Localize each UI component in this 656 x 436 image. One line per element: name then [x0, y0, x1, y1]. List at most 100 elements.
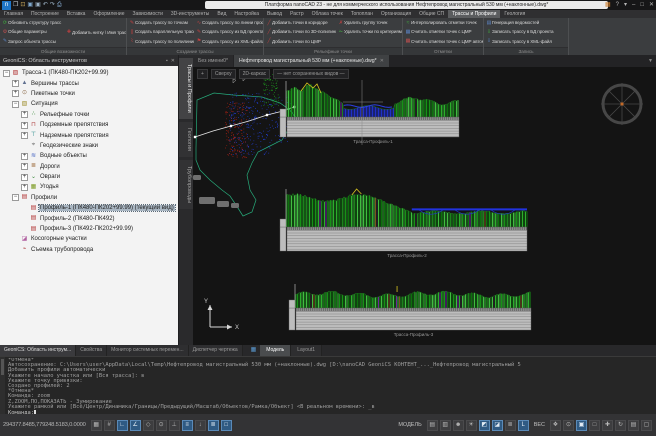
drawing-area[interactable]: Трасса-Профиль-1Трасса-Профиль-2Трасса-П…	[193, 55, 656, 345]
ribbon-tab-7[interactable]: Вид	[213, 10, 230, 18]
zoom-icon[interactable]: ⊙	[563, 420, 574, 431]
scrollbar-thumb[interactable]	[1, 359, 4, 375]
tree-expander-icon[interactable]: +	[21, 153, 28, 160]
route-by-points-button[interactable]: ✎Создать трассу по точкам	[127, 18, 194, 27]
zoom-extents-icon[interactable]: □	[589, 420, 600, 431]
tree-item[interactable]: −▧Ситуация	[0, 99, 178, 109]
hand-pan-icon[interactable]: ❖	[550, 420, 561, 431]
tree-item[interactable]: ⌁Съемка трубопровода	[0, 245, 178, 255]
tree-item[interactable]: −▤Профили	[0, 193, 178, 203]
tree-expander-icon[interactable]: −	[3, 70, 10, 77]
side-tab-1[interactable]: Трассы и Профили	[179, 58, 193, 119]
tree-expander-icon[interactable]: +	[21, 174, 28, 181]
tree-expander-icon[interactable]: +	[21, 163, 28, 170]
tree-item[interactable]: ▤Профиль-3 (ПК492-ПК202+99.99)	[0, 224, 178, 234]
parameters-button[interactable]: ⚙Общие параметры	[0, 27, 64, 36]
document-tab-1[interactable]: Без имени0*	[193, 55, 233, 67]
viewport-control-1[interactable]: +	[197, 69, 208, 79]
annotation-scale-icon[interactable]: ◩	[479, 420, 490, 431]
save-all-icon[interactable]: ▣	[35, 0, 41, 10]
fullscreen-icon[interactable]: ▢	[641, 420, 652, 431]
ribbon-tab-14[interactable]: Общие СП	[415, 10, 448, 18]
palette-tab-4[interactable]: Диспетчер чертежа	[189, 345, 243, 356]
redo-icon[interactable]: ↷	[50, 0, 55, 10]
route-by-profile-button[interactable]: ∿Создать трассу по линии профиля	[194, 18, 263, 27]
minimize-button[interactable]: –	[632, 0, 635, 10]
ribbon-tab-12[interactable]: Топоплан	[347, 10, 377, 18]
generate-reports-button[interactable]: ▤Генерация ведомостей	[484, 18, 568, 27]
model-tab[interactable]: Модель	[260, 345, 291, 356]
delete-points-criteria-button[interactable]: ✁Удалить точки по критериям	[336, 27, 402, 36]
maximize-button[interactable]: □	[640, 0, 644, 10]
app-logo-icon[interactable]: n	[2, 1, 11, 10]
ribbon-tab-10[interactable]: Растр	[286, 10, 308, 18]
ribbon-tab-4[interactable]: Оформление	[89, 10, 128, 18]
lineweight-icon[interactable]: ↓	[195, 420, 206, 431]
osnap-icon[interactable]: ◇	[143, 420, 154, 431]
tab-overflow-icon[interactable]: ▼	[648, 55, 653, 67]
tree-item[interactable]: ▤Профиль-2 (ПК480-ПК492)	[0, 213, 178, 223]
tree-item[interactable]: ◪Косогорные участки	[0, 234, 178, 244]
interpolate-marks-button[interactable]: ≈Интерполировать отметки точек	[403, 18, 483, 27]
sheets-icon[interactable]: ▤	[628, 420, 639, 431]
refresh-button[interactable]: ⟳Обновить структуру трасс	[0, 18, 64, 27]
ribbon-tab-1[interactable]: Главная	[0, 10, 27, 18]
pan-icon[interactable]: ✚	[602, 420, 613, 431]
tree-item[interactable]: +⊙Пикетные точки	[0, 89, 178, 99]
tree-item[interactable]: +⊤Надземные препятствия	[0, 130, 178, 140]
tree-expander-icon[interactable]: +	[21, 132, 28, 139]
route-from-xml-button[interactable]: ⚑Создать трассу из XML-файла	[194, 37, 263, 46]
sheet-set-icon[interactable]: ▦	[251, 345, 257, 356]
add-points-corridor-button[interactable]: ╱Добавить точки в коридоре	[264, 18, 336, 27]
viewport-control-4[interactable]: — нет сохраненных видов —	[273, 69, 349, 79]
dynamic-ucs-icon[interactable]: ⊥	[169, 420, 180, 431]
route-from-db-button[interactable]: ✎Создать трассу из БД проекта	[194, 27, 263, 36]
ribbon-tab-16[interactable]: Геология	[500, 10, 529, 18]
ribbon-tab-15[interactable]: Трассы и Профили	[448, 10, 500, 18]
ribbon-tab-8[interactable]: Настройка	[230, 10, 263, 18]
delete-point-group-button[interactable]: ✗Удалить группу точек	[336, 18, 402, 27]
ribbon-tab-3[interactable]: Вставка	[63, 10, 90, 18]
annotation-lamp-icon[interactable]: ☀	[466, 420, 477, 431]
ribbon-tab-13[interactable]: Организация	[377, 10, 415, 18]
tree-item[interactable]: +⊓Подземные препятствия	[0, 120, 178, 130]
tree-item[interactable]: +▦Угодья	[0, 182, 178, 192]
tree-item[interactable]: +∴Рельефные точки	[0, 110, 178, 120]
read-marks-dem-auto-button[interactable]: ▦Считать отметки точек с ЦМР автом.	[403, 37, 483, 46]
tree-expander-icon[interactable]: +	[12, 90, 19, 97]
ortho-icon[interactable]: ∟	[117, 420, 128, 431]
help-icon[interactable]: ?	[616, 0, 619, 10]
tree-expander-icon[interactable]: +	[21, 111, 28, 118]
query-object-button[interactable]: ✎Запрос объекта трассы	[0, 37, 64, 46]
zoom-window-icon[interactable]: ▣	[576, 420, 587, 431]
new-file-icon[interactable]: ❐	[13, 0, 18, 10]
add-points-dem-button[interactable]: ╱Добавить точки по ЦМР	[264, 37, 336, 46]
viewport-control-2[interactable]: Сверху	[211, 69, 236, 79]
orbit-icon[interactable]: ↻	[615, 420, 626, 431]
pin-icon[interactable]: ▪	[166, 58, 168, 64]
tree-expander-icon[interactable]: +	[12, 80, 19, 87]
open-file-icon[interactable]: ⊡	[20, 0, 25, 10]
tree-item[interactable]: ▤Профиль-1 (ПК480-ПК202+99.99) (текущий …	[0, 203, 178, 213]
add-points-3d-button[interactable]: ╱Добавить точки по 3D-полилинии	[264, 27, 336, 36]
palette-tab-3[interactable]: Монитор системных перемен...	[107, 345, 188, 356]
snap-icon[interactable]: #	[104, 420, 115, 431]
lineweight-label[interactable]: ВЕС	[534, 422, 545, 428]
lock-ui-icon[interactable]: L	[518, 420, 529, 431]
layout-sheet-icon[interactable]: ▤	[427, 420, 438, 431]
document-tab-2[interactable]: Нефтепровод магистральный 530 мм (+накло…	[234, 55, 389, 67]
side-tab-3[interactable]: Трубопроводы	[179, 160, 193, 209]
tree-item[interactable]: +≋Водные объекты	[0, 151, 178, 161]
menu-arrow-icon[interactable]: ▾	[624, 0, 627, 10]
tree-item[interactable]: ⌖Геодезические знаки	[0, 141, 178, 151]
add-thread-button[interactable]: ✚Добавить нитку \ Имя трассы	[64, 28, 126, 37]
ribbon-tab-5[interactable]: Зависимости	[129, 10, 167, 18]
grid-icon[interactable]: ▦	[91, 420, 102, 431]
close-tab-icon[interactable]: ✕	[380, 55, 384, 67]
object-tracking-icon[interactable]: ⊙	[156, 420, 167, 431]
selection-preview-icon[interactable]: ≣	[208, 420, 219, 431]
write-route-xml-button[interactable]: ⇩Записать трассу в XML-файл	[484, 37, 568, 46]
tree-expander-icon[interactable]: +	[21, 122, 28, 129]
read-marks-dem-button[interactable]: ▦Считать отметки точек с ЦМР	[403, 27, 483, 36]
palette-tab-1[interactable]: GeoniCS: Область инструм...	[0, 345, 76, 356]
